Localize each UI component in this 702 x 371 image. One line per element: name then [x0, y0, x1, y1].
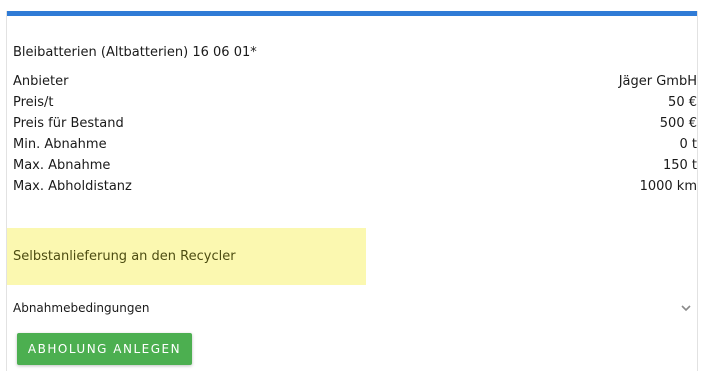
detail-value: 0 t	[679, 137, 697, 152]
detail-row-max-distance: Max. Abholdistanz 1000 km	[13, 176, 697, 197]
waste-type-title: Bleibatterien (Altbatterien) 16 06 01*	[13, 45, 257, 60]
create-pickup-button[interactable]: ABHOLUNG ANLEGEN	[17, 333, 192, 365]
detail-value: 150 t	[662, 158, 697, 173]
conditions-accordion[interactable]: Abnahmebedingungen	[13, 297, 693, 319]
chevron-down-icon	[679, 301, 693, 315]
detail-row-min-amount: Min. Abnahme 0 t	[13, 134, 697, 155]
offer-details: Anbieter Jäger GmbH Preis/t 50 € Preis f…	[13, 71, 697, 197]
detail-value: 50 €	[668, 95, 697, 110]
detail-row-max-amount: Max. Abnahme 150 t	[13, 155, 697, 176]
detail-label: Min. Abnahme	[13, 137, 107, 152]
detail-row-provider: Anbieter Jäger GmbH	[13, 71, 697, 92]
detail-label: Max. Abnahme	[13, 158, 111, 173]
conditions-label: Abnahmebedingungen	[13, 301, 150, 315]
detail-label: Preis/t	[13, 95, 54, 110]
detail-label: Preis für Bestand	[13, 116, 124, 131]
delivery-notice-text: Selbstanlieferung an den Recycler	[13, 249, 236, 264]
detail-value: 1000 km	[639, 179, 697, 194]
offer-card: Bleibatterien (Altbatterien) 16 06 01* A…	[6, 11, 698, 371]
delivery-notice: Selbstanlieferung an den Recycler	[7, 228, 366, 285]
detail-row-price-per-ton: Preis/t 50 €	[13, 92, 697, 113]
detail-label: Max. Abholdistanz	[13, 179, 132, 194]
card-accent-bar	[7, 11, 697, 16]
detail-row-price-stock: Preis für Bestand 500 €	[13, 113, 697, 134]
detail-label: Anbieter	[13, 74, 69, 89]
detail-value: 500 €	[659, 116, 697, 131]
detail-value: Jäger GmbH	[618, 74, 697, 89]
